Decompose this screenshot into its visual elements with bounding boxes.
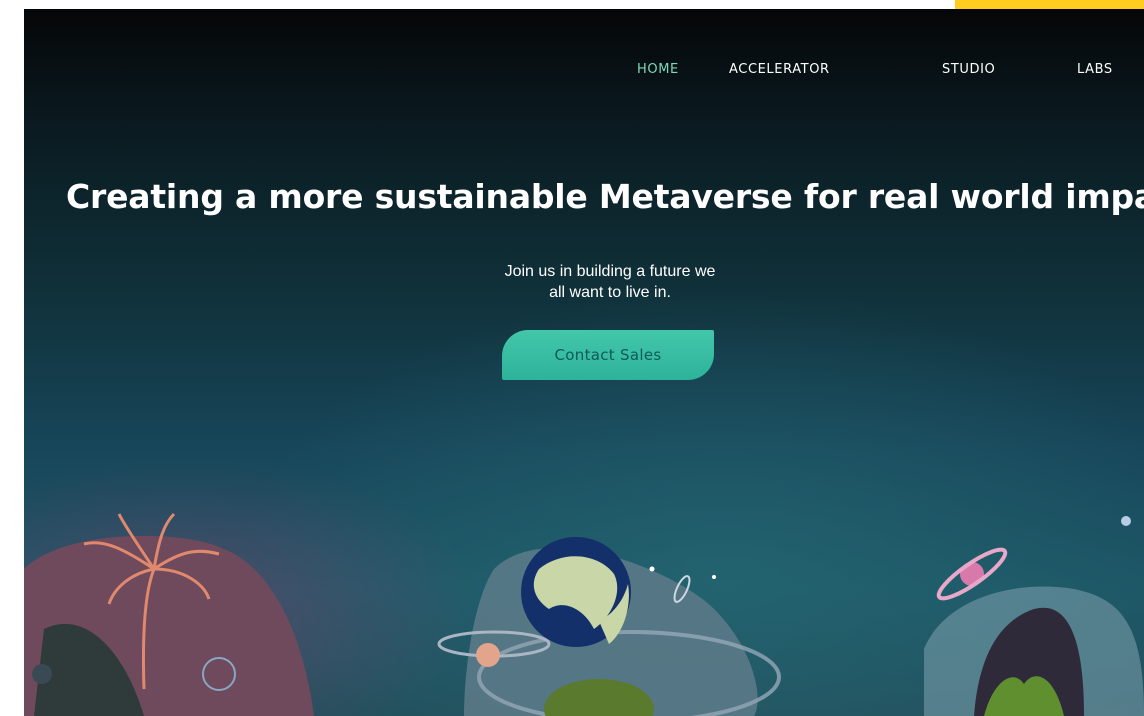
main-nav: HOME ACCELERATOR STUDIO LABS <box>24 62 1144 82</box>
nav-item-studio[interactable]: STUDIO <box>942 62 995 77</box>
hero-section: HOME ACCELERATOR STUDIO LABS Creating a … <box>24 9 1144 716</box>
hero-subtext-line-1: Join us in building a future we <box>504 263 716 280</box>
nav-item-labs[interactable]: LABS <box>1077 62 1113 77</box>
nav-item-home[interactable]: HOME <box>637 62 679 77</box>
hero-subtext: Join us in building a future we all want… <box>404 261 816 303</box>
hero-subtext-line-2: all want to live in. <box>549 284 671 301</box>
palm-plant-illustration <box>24 512 314 716</box>
accent-bar <box>955 0 1144 9</box>
contact-sales-button[interactable]: Contact Sales <box>502 330 714 380</box>
nav-item-accelerator[interactable]: ACCELERATOR <box>729 62 830 77</box>
globe-illustration <box>437 537 781 716</box>
terrarium-illustration <box>924 586 1144 716</box>
hero-headline: Creating a more sustainable Metaverse fo… <box>66 177 1144 216</box>
